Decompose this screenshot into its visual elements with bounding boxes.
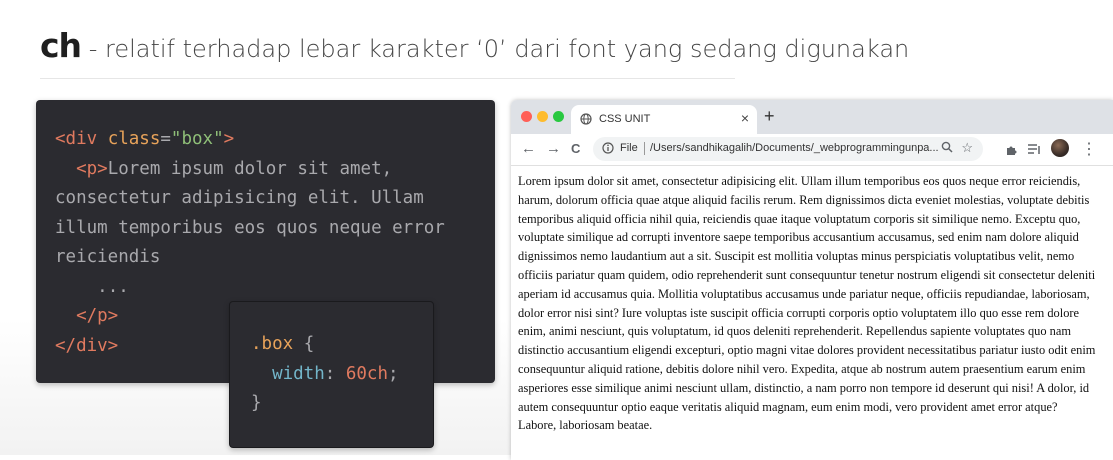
minimize-window-button[interactable] (537, 111, 548, 122)
code-punct: : (324, 363, 346, 384)
title-divider (40, 78, 735, 79)
code-tag: </div> (55, 335, 119, 356)
code-line: } (251, 389, 433, 419)
code-text: illum temporibus eos quos neque error (55, 217, 445, 238)
browser-window: CSS UNIT × + ← → C File /Users/sandhikag… (511, 100, 1113, 460)
code-punct: = (160, 129, 171, 149)
close-window-button[interactable] (521, 111, 532, 122)
code-line: width: 60ch; (251, 360, 433, 390)
reload-icon[interactable]: C (571, 141, 580, 156)
code-line: <div class="box"> (55, 125, 495, 155)
code-punct: } (251, 393, 262, 413)
code-line: consectetur adipisicing elit. Ullam (55, 184, 495, 214)
code-line: .box { (251, 330, 433, 360)
code-tag: > (223, 129, 235, 149)
css-selector: .box (251, 334, 294, 354)
code-text: Lorem ipsum dolor sit amet, (107, 158, 393, 179)
forward-icon[interactable]: → (546, 140, 561, 157)
slide-title: ch - relatif terhadap lebar karakter ‘0’… (40, 26, 909, 65)
url-text[interactable]: /Users/sandhikagalih/Documents/_webprogr… (650, 142, 939, 154)
code-punct: ; (388, 363, 399, 384)
code-line: illum temporibus eos quos neque error (55, 214, 495, 244)
globe-icon (580, 113, 592, 125)
code-text: consectetur adipisicing elit. Ullam (55, 188, 424, 208)
unit-name: ch (40, 26, 82, 65)
code-punct: { (293, 334, 315, 354)
tab-title: CSS UNIT (599, 113, 651, 125)
extensions-icon[interactable] (1005, 143, 1018, 156)
code-line: <p>Lorem ipsum dolor sit amet, (55, 155, 495, 185)
new-tab-button[interactable]: + (764, 106, 775, 127)
code-line: reiciendis (55, 243, 495, 273)
scheme-label: File (620, 142, 638, 154)
address-bar[interactable]: File /Users/sandhikagalih/Documents/_web… (593, 137, 983, 161)
maximize-window-button[interactable] (553, 111, 564, 122)
code-string: "box" (170, 129, 224, 149)
code-tag: <div (55, 129, 108, 149)
css-property: width (272, 363, 325, 384)
back-icon[interactable]: ← (521, 140, 536, 157)
tab-css-unit[interactable]: CSS UNIT × (571, 105, 757, 134)
search-icon[interactable] (941, 141, 953, 153)
star-icon[interactable]: ☆ (961, 140, 973, 156)
profile-avatar[interactable] (1051, 139, 1069, 157)
menu-icon[interactable]: ⋮ (1081, 139, 1097, 159)
code-attr: class (107, 129, 161, 149)
page-paragraph: Lorem ipsum dolor sit amet, consectetur … (518, 174, 1096, 433)
code-ellipsis: ... (97, 276, 129, 297)
address-separator (644, 142, 645, 155)
info-icon[interactable] (602, 142, 614, 154)
css-code-panel: .box { width: 60ch; } (229, 301, 434, 448)
code-tag: </p> (76, 306, 119, 326)
close-icon[interactable]: × (741, 110, 749, 126)
css-value: 60ch (345, 363, 388, 384)
reading-list-icon[interactable] (1027, 143, 1041, 156)
code-text: reiciendis (55, 247, 161, 267)
unit-description: - relatif terhadap lebar karakter ‘0’ da… (81, 35, 910, 63)
code-line: ... (55, 273, 495, 303)
tab-bar: CSS UNIT × + (511, 100, 1113, 134)
browser-toolbar: ← → C File /Users/sandhikagalih/Document… (511, 134, 1113, 166)
code-tag: <p> (76, 158, 108, 179)
